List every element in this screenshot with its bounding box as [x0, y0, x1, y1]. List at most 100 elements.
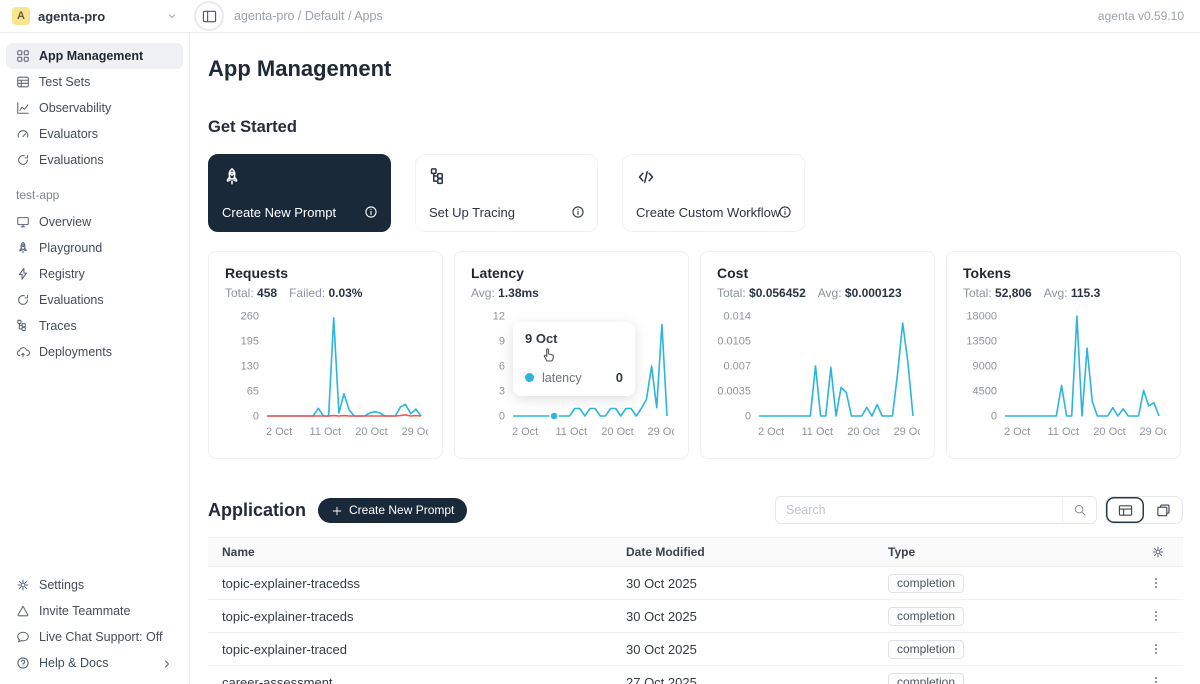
svg-text:11 Oct: 11 Oct — [802, 426, 834, 438]
sidebar: App ManagementTest SetsObservabilityEval… — [0, 33, 190, 684]
table-row[interactable]: topic-explainer-traceds30 Oct 2025comple… — [208, 600, 1183, 633]
breadcrumb: agenta-pro / Default / Apps — [234, 9, 383, 23]
sidebar-item-help-docs[interactable]: Help & Docs — [6, 650, 183, 676]
row-menu-button[interactable] — [1149, 576, 1183, 590]
sidebar-item-invite-teammate[interactable]: Invite Teammate — [6, 598, 183, 624]
chart-title: Requests — [225, 265, 428, 281]
application-header-row: Application Create New Prompt — [208, 496, 1183, 524]
sidebar-item-label: Invite Teammate — [39, 604, 130, 618]
chart-plot-requests[interactable]: 2601951306502 Oct11 Oct20 Oct29 Oct — [225, 304, 428, 446]
series-line-cost — [759, 323, 913, 416]
chart-plot-tokens[interactable]: 18000135009000450002 Oct11 Oct20 Oct29 O… — [963, 304, 1166, 446]
row-menu-button[interactable] — [1149, 609, 1183, 623]
svg-text:6: 6 — [499, 361, 505, 373]
svg-text:3: 3 — [499, 386, 505, 398]
sidebar-item-label: Live Chat Support: Off — [39, 630, 162, 644]
chart-title: Tokens — [963, 265, 1166, 281]
table-row[interactable]: career-assessment27 Oct 2025completion — [208, 666, 1183, 684]
invite-icon — [16, 604, 30, 618]
app-date-modified: 30 Oct 2025 — [612, 576, 874, 591]
sidebar-item-playground[interactable]: Playground — [6, 235, 183, 261]
view-mode-table[interactable] — [1106, 497, 1144, 523]
get-started-card-create-new-prompt[interactable]: Create New Prompt — [208, 154, 391, 232]
search-button[interactable] — [1062, 497, 1096, 523]
sidebar-item-observability[interactable]: Observability — [6, 95, 183, 121]
tree-icon — [429, 167, 449, 187]
app-type-tag: completion — [888, 574, 964, 593]
row-menu-button[interactable] — [1149, 642, 1183, 656]
sidebar-item-app-management[interactable]: App Management — [6, 43, 183, 69]
sidebar-item-deployments[interactable]: Deployments — [6, 339, 183, 365]
sidebar-item-live-chat-support-off[interactable]: Live Chat Support: Off — [6, 624, 183, 650]
column-header-date-modified[interactable]: Date Modified — [612, 545, 874, 559]
sidebar-item-overview[interactable]: Overview — [6, 209, 183, 235]
svg-text:13500: 13500 — [966, 336, 997, 348]
series-line-failed — [267, 415, 421, 416]
sidebar-item-label: App Management — [39, 49, 143, 63]
code-icon — [636, 167, 656, 187]
sidebar-item-evaluators[interactable]: Evaluators — [6, 121, 183, 147]
chart-title: Cost — [717, 265, 920, 281]
app-type-cell: completion — [874, 607, 1127, 626]
info-icon-slot[interactable] — [571, 203, 585, 221]
sidebar-item-settings[interactable]: Settings — [6, 572, 183, 598]
row-menu-button[interactable] — [1149, 675, 1183, 684]
mouse-cursor-icon — [539, 344, 559, 364]
get-started-card-label: Set Up Tracing — [429, 205, 515, 220]
info-icon-slot[interactable] — [364, 203, 378, 221]
chart-stat: Avg: $0.000123 — [818, 286, 902, 300]
svg-text:65: 65 — [247, 386, 259, 398]
bolt-icon — [16, 267, 30, 281]
chart-card-cost: CostTotal: $0.056452Avg: $0.0001230.0140… — [700, 251, 935, 459]
column-header-type[interactable]: Type — [874, 545, 1127, 559]
table-body: topic-explainer-tracedss30 Oct 2025compl… — [208, 567, 1183, 684]
sidebar-item-traces[interactable]: Traces — [6, 313, 183, 339]
table-row[interactable]: topic-explainer-traced30 Oct 2025complet… — [208, 633, 1183, 666]
chart-plot-cost[interactable]: 0.0140.01050.0070.003502 Oct11 Oct20 Oct… — [717, 304, 920, 446]
svg-text:0.007: 0.007 — [723, 361, 751, 373]
svg-text:0: 0 — [991, 411, 997, 423]
sidebar-item-evaluations[interactable]: Evaluations — [6, 287, 183, 313]
workspace-switcher[interactable]: A agenta-pro — [0, 7, 190, 25]
column-header-name[interactable]: Name — [208, 545, 612, 559]
svg-text:20 Oct: 20 Oct — [847, 426, 879, 438]
app-version-label: agenta v0.59.10 — [1098, 9, 1200, 23]
create-new-prompt-button[interactable]: Create New Prompt — [318, 498, 467, 523]
sidebar-item-label: Settings — [39, 578, 84, 592]
page-title: App Management — [208, 56, 1183, 82]
get-started-heading: Get Started — [208, 118, 1183, 137]
sidebar-item-label: Playground — [39, 241, 102, 255]
tableview-icon — [1118, 503, 1133, 518]
get-started-card-create-custom-workflow[interactable]: Create Custom Workflow — [622, 154, 805, 232]
sidebar-item-evaluations[interactable]: Evaluations — [6, 147, 183, 173]
svg-text:195: 195 — [241, 336, 259, 348]
monitor-icon — [16, 215, 30, 229]
svg-text:2 Oct: 2 Oct — [266, 426, 292, 438]
search-input[interactable] — [776, 503, 1062, 517]
get-started-card-set-up-tracing[interactable]: Set Up Tracing — [415, 154, 598, 232]
chart-stat: Total: 52,806 — [963, 286, 1032, 300]
sidebar-item-registry[interactable]: Registry — [6, 261, 183, 287]
sidebar-collapse-button[interactable] — [194, 1, 224, 31]
table-row[interactable]: topic-explainer-tracedss30 Oct 2025compl… — [208, 567, 1183, 600]
info-icon-slot[interactable] — [778, 203, 792, 221]
svg-text:11 Oct: 11 Oct — [556, 426, 588, 438]
view-mode-cards[interactable] — [1144, 497, 1182, 523]
svg-text:29 Oct: 29 Oct — [401, 426, 428, 438]
sidebar-item-test-sets[interactable]: Test Sets — [6, 69, 183, 95]
cycle-icon — [16, 153, 30, 167]
cardsview-icon — [1156, 503, 1171, 518]
search-box — [775, 496, 1097, 524]
chart-stats: Total: 458Failed: 0.03% — [225, 286, 428, 300]
svg-text:2 Oct: 2 Oct — [758, 426, 784, 438]
svg-text:2 Oct: 2 Oct — [512, 426, 538, 438]
applications-table: NameDate ModifiedType topic-explainer-tr… — [208, 537, 1183, 684]
app-root: A agenta-pro agenta-pro / Default / Apps… — [0, 0, 1200, 684]
svg-text:20 Oct: 20 Oct — [355, 426, 387, 438]
sidebar-item-label: Evaluations — [39, 293, 104, 307]
svg-text:29 Oct: 29 Oct — [1139, 426, 1166, 438]
table-settings-button[interactable] — [1151, 545, 1183, 559]
app-name: career-assessment — [208, 675, 612, 684]
main-content: App Management Get Started Create New Pr… — [190, 33, 1200, 684]
svg-text:0: 0 — [499, 411, 505, 423]
